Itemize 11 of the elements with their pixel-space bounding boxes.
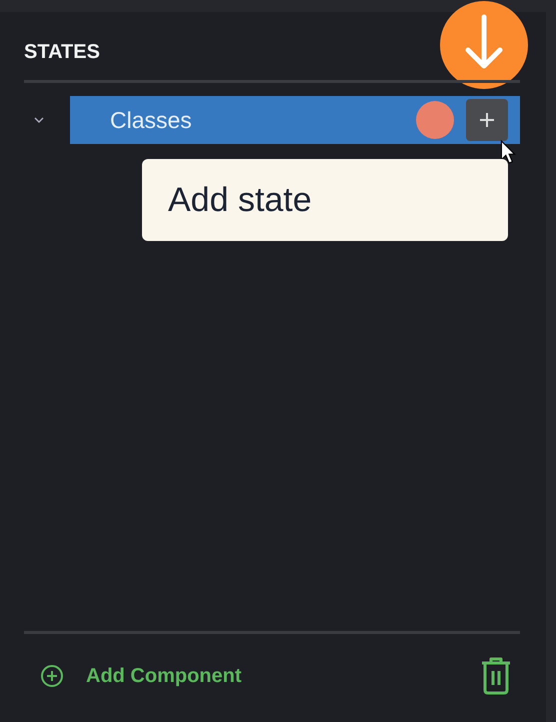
plus-circle-icon — [40, 664, 64, 688]
item-label: Classes — [110, 106, 193, 134]
trash-icon[interactable] — [480, 657, 512, 695]
add-component-button[interactable]: Add Component — [24, 664, 242, 688]
cursor-icon — [500, 140, 516, 164]
add-button[interactable] — [466, 99, 508, 141]
plus-icon — [477, 110, 497, 130]
tooltip: Add state — [142, 159, 508, 241]
panel-title: STATES — [24, 40, 100, 64]
download-icon[interactable] — [440, 1, 528, 89]
chevron-icon[interactable] — [34, 117, 44, 123]
